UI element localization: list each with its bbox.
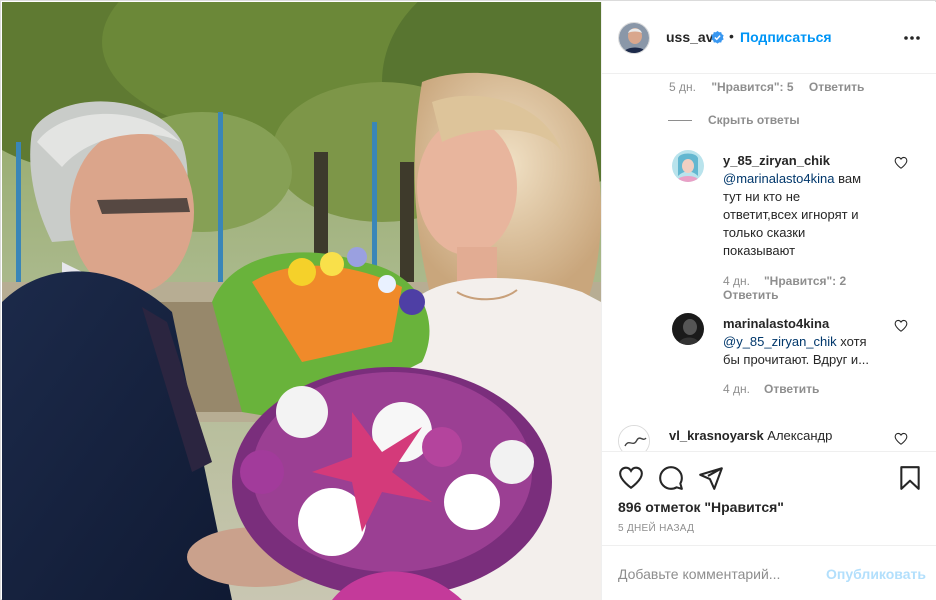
reply-meta: 4 дн. Ответить (723, 382, 873, 396)
paper-plane-icon[interactable] (698, 465, 724, 491)
heart-icon[interactable] (894, 156, 908, 170)
reply-reply-button[interactable]: Ответить (764, 382, 819, 396)
post-photo[interactable] (2, 2, 601, 600)
header-separator: • (729, 28, 734, 44)
post-date[interactable]: 5 дней назад (618, 523, 694, 534)
comment-meta: 5 дн. "Нравится": 5 Ответить (669, 80, 876, 94)
reply-mention[interactable]: @marinalasto4kina (723, 171, 834, 186)
hide-replies-button[interactable]: Скрыть ответы (668, 113, 800, 127)
reply-avatar[interactable] (672, 150, 704, 182)
author-username[interactable]: uss_av (666, 29, 713, 45)
heart-icon[interactable] (618, 465, 644, 491)
comment-content: Александр (763, 428, 833, 443)
reply-reply-button[interactable]: Ответить (723, 288, 778, 302)
post-dialog: uss_av • Подписаться 5 дн. "Нравится": 5… (0, 0, 936, 600)
comment-text: vl_krasnoyarsk Александр (669, 428, 832, 443)
reply-avatar-image (672, 313, 704, 345)
more-horizontal-icon[interactable] (902, 30, 922, 46)
post-actions: 896 отметок "Нравится" 5 дней назад (602, 451, 936, 545)
bookmark-icon[interactable] (897, 465, 923, 491)
likes-count[interactable]: 896 отметок "Нравится" (618, 499, 784, 515)
hide-replies-label: Скрыть ответы (708, 113, 800, 127)
follow-button[interactable]: Подписаться (740, 29, 832, 45)
comment-reply-button[interactable]: Ответить (809, 80, 864, 94)
reply-text: marinalasto4kina @y_85_ziryan_chik хотя … (723, 315, 873, 369)
reply-username[interactable]: y_85_ziryan_chik (723, 153, 830, 168)
comment-icon[interactable] (658, 465, 684, 491)
add-comment-bar: Опубликовать (602, 545, 936, 600)
post-side-panel: uss_av • Подписаться 5 дн. "Нравится": 5… (601, 2, 936, 600)
heart-icon[interactable] (894, 319, 908, 333)
reply-mention[interactable]: @y_85_ziryan_chik (723, 334, 837, 349)
comment-input[interactable] (618, 564, 818, 584)
author-avatar-image (619, 23, 649, 53)
verified-badge-icon (711, 31, 724, 44)
reply-avatar[interactable] (672, 313, 704, 345)
reply-likes[interactable]: "Нравится": 2 (764, 274, 846, 288)
post-header: uss_av • Подписаться (602, 2, 936, 74)
author-avatar[interactable] (618, 22, 650, 54)
reply-avatar-image (672, 150, 704, 182)
comment-time: 5 дн. (669, 80, 696, 94)
comments-list[interactable]: 5 дн. "Нравится": 5 Ответить Скрыть отве… (602, 75, 936, 451)
reply-time: 4 дн. (723, 274, 750, 288)
comment-likes[interactable]: "Нравится": 5 (711, 80, 793, 94)
reply-meta: 4 дн. "Нравится": 2 Ответить (723, 274, 873, 302)
reply-text: y_85_ziryan_chik @marinalasto4kina вам т… (723, 152, 873, 260)
comment-username[interactable]: vl_krasnoyarsk (669, 428, 764, 443)
heart-icon[interactable] (894, 432, 908, 446)
reply-username[interactable]: marinalasto4kina (723, 316, 829, 331)
publish-button[interactable]: Опубликовать (826, 566, 926, 582)
hide-replies-line (668, 120, 692, 122)
comment-avatar[interactable] (618, 425, 650, 451)
post-photo-illustration (2, 2, 601, 600)
comment-avatar-image (619, 426, 649, 451)
reply-time: 4 дн. (723, 382, 750, 396)
